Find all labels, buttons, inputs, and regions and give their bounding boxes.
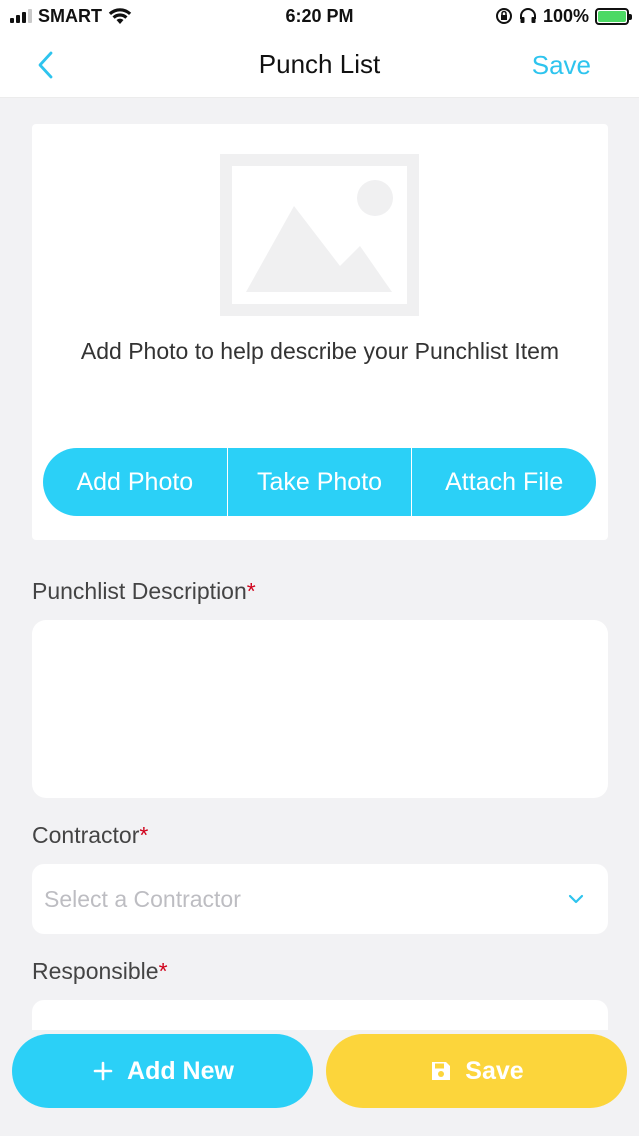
responsible-label: Responsible* — [32, 958, 168, 985]
footer-save-label: Save — [465, 1056, 524, 1085]
floppy-disk-icon — [432, 1062, 451, 1080]
carrier-name: SMART — [38, 5, 102, 26]
responsible-label-text: Responsible — [32, 958, 159, 984]
image-placeholder-icon — [220, 154, 419, 316]
description-textarea[interactable] — [32, 620, 608, 798]
signal-icon — [10, 9, 32, 23]
take-photo-button[interactable]: Take Photo — [226, 448, 412, 516]
status-left: SMART — [10, 6, 132, 27]
status-right: 100% — [495, 5, 632, 27]
nav-save-button[interactable]: Save — [532, 50, 591, 81]
wifi-icon — [108, 8, 132, 24]
photo-card: Add Photo to help describe your Punchlis… — [32, 124, 608, 540]
rotation-lock-icon — [495, 8, 512, 24]
footer-save-button[interactable]: Save — [326, 1034, 627, 1108]
description-label-text: Punchlist Description — [32, 578, 247, 604]
battery-icon — [595, 7, 632, 25]
add-photo-button[interactable]: Add Photo — [43, 448, 227, 516]
back-chevron-icon[interactable] — [32, 50, 62, 80]
add-new-label: Add New — [127, 1056, 234, 1085]
required-marker: * — [158, 958, 168, 984]
battery-percent: 100% — [542, 5, 589, 26]
nav-bar: Punch List Save — [0, 32, 639, 98]
page-title: Punch List — [258, 49, 381, 79]
contractor-placeholder: Select a Contractor — [44, 885, 241, 912]
contractor-select[interactable]: Select a Contractor — [32, 864, 608, 934]
status-bar: SMART 6:20 PM 100% — [0, 0, 639, 32]
required-marker: * — [246, 578, 256, 604]
chevron-down-icon — [568, 894, 584, 904]
plus-icon — [93, 1061, 113, 1081]
description-label: Punchlist Description* — [32, 578, 256, 605]
photo-action-group: Add Photo Take Photo Attach File — [43, 448, 596, 516]
responsible-select[interactable] — [32, 1000, 608, 1030]
attach-file-button[interactable]: Attach File — [411, 448, 596, 516]
contractor-label-text: Contractor — [32, 822, 140, 848]
headphones-icon — [519, 8, 536, 23]
add-new-button[interactable]: Add New — [12, 1034, 313, 1108]
contractor-label: Contractor* — [32, 822, 148, 849]
photo-hint-text: Add Photo to help describe your Punchlis… — [80, 338, 560, 364]
required-marker: * — [139, 822, 149, 848]
